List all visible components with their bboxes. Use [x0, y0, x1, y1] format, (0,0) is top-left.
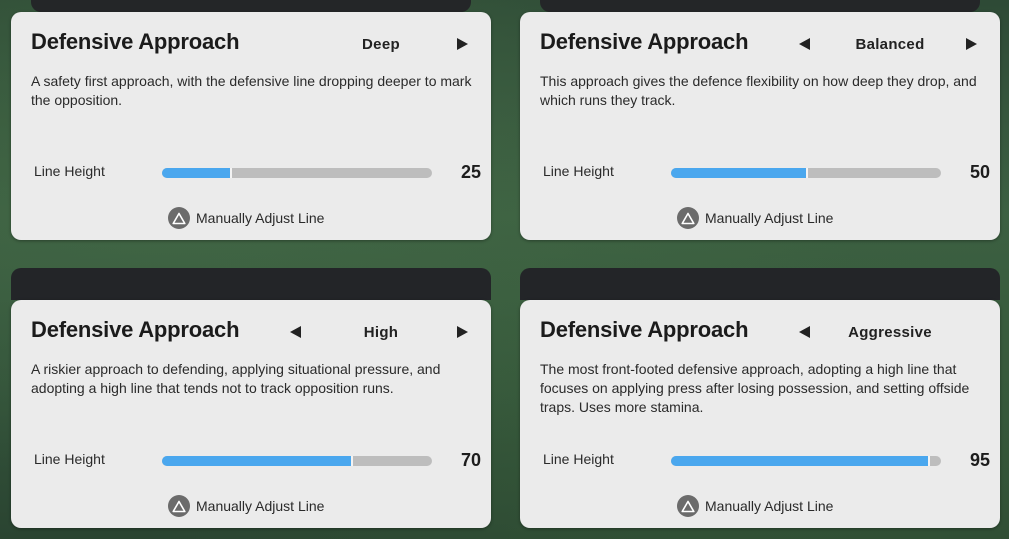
next-option-arrow-icon[interactable] — [966, 38, 977, 50]
previous-option-arrow-icon[interactable] — [799, 38, 810, 50]
triangle-button-icon — [677, 207, 699, 229]
triangle-button-icon — [677, 495, 699, 517]
line-height-value: 25 — [460, 162, 481, 182]
approach-option-value: Deep — [362, 36, 400, 53]
approach-option-value: Balanced — [855, 36, 925, 53]
line-height-fill — [162, 168, 232, 178]
next-option-arrow-icon[interactable] — [457, 326, 468, 338]
next-option-arrow-icon[interactable] — [457, 38, 468, 50]
line-height-value: 50 — [969, 162, 990, 182]
manually-adjust-line-label: Manually Adjust Line — [705, 210, 834, 226]
approach-option-value: Aggressive — [848, 324, 932, 341]
line-height-slider[interactable] — [671, 456, 941, 466]
manually-adjust-line-button[interactable]: Manually Adjust Line — [677, 207, 833, 229]
line-height-fill — [162, 456, 353, 466]
approach-option-value: High — [363, 324, 399, 341]
line-height-slider[interactable] — [671, 168, 941, 178]
line-height-label: Line Height — [34, 163, 105, 179]
mid-strip-right — [520, 268, 1000, 300]
panel-title: Defensive Approach — [540, 317, 749, 342]
top-strip-right — [540, 0, 980, 12]
defensive-approach-panel-aggressive: Defensive Approach Aggressive The most f… — [520, 300, 1000, 528]
panel-title: Defensive Approach — [31, 29, 240, 54]
panel-title: Defensive Approach — [540, 29, 749, 54]
previous-option-arrow-icon[interactable] — [799, 326, 810, 338]
manually-adjust-line-label: Manually Adjust Line — [196, 210, 325, 226]
manually-adjust-line-label: Manually Adjust Line — [705, 498, 834, 514]
top-strip-left — [31, 0, 471, 12]
panel-title: Defensive Approach — [31, 317, 240, 342]
manually-adjust-line-button[interactable]: Manually Adjust Line — [168, 495, 324, 517]
manually-adjust-line-label: Manually Adjust Line — [196, 498, 325, 514]
approach-description: The most front-footed defensive approach… — [540, 361, 970, 415]
mid-strip-left — [11, 268, 491, 300]
line-height-value: 70 — [460, 450, 481, 470]
line-height-label: Line Height — [543, 451, 614, 467]
line-height-slider[interactable] — [162, 168, 432, 178]
approach-description: A riskier approach to defending, applyin… — [31, 361, 441, 396]
line-height-fill — [671, 456, 930, 466]
defensive-approach-panel-balanced: Defensive Approach Balanced This approac… — [520, 12, 1000, 240]
line-height-slider[interactable] — [162, 456, 432, 466]
approach-description: A safety first approach, with the defens… — [31, 73, 472, 108]
approach-description: This approach gives the defence flexibil… — [540, 73, 977, 108]
manually-adjust-line-button[interactable]: Manually Adjust Line — [168, 207, 324, 229]
previous-option-arrow-icon[interactable] — [290, 326, 301, 338]
manually-adjust-line-button[interactable]: Manually Adjust Line — [677, 495, 833, 517]
line-height-label: Line Height — [34, 451, 105, 467]
defensive-approach-panel-deep: Defensive Approach Deep A safety first a… — [11, 12, 491, 240]
line-height-value: 95 — [969, 450, 990, 470]
triangle-button-icon — [168, 495, 190, 517]
line-height-fill — [671, 168, 808, 178]
defensive-approach-panel-high: Defensive Approach High A riskier approa… — [11, 300, 491, 528]
triangle-button-icon — [168, 207, 190, 229]
line-height-label: Line Height — [543, 163, 614, 179]
